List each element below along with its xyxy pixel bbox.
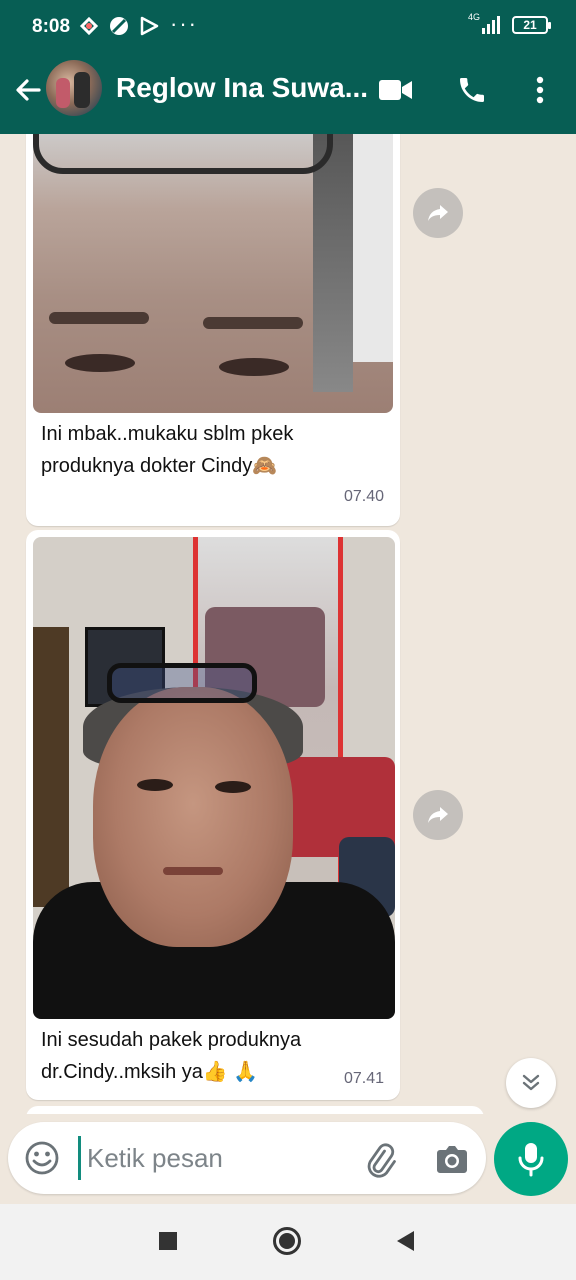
- photo-glasses: [107, 663, 257, 703]
- photo-eye: [219, 358, 289, 376]
- back-button[interactable]: [8, 70, 48, 110]
- video-call-icon: [379, 80, 412, 100]
- contact-avatar[interactable]: [46, 60, 102, 116]
- battery-icon: 21: [512, 16, 551, 34]
- signal-icon: 4G: [468, 12, 502, 36]
- circle-icon: [273, 1227, 301, 1255]
- camera-icon: [437, 1146, 467, 1173]
- back-arrow-icon: [16, 79, 41, 101]
- photo-eye: [215, 781, 251, 793]
- forward-icon: [428, 205, 448, 221]
- message-input[interactable]: [78, 1136, 348, 1180]
- app-notification-icon: [78, 15, 100, 37]
- scroll-to-bottom-button[interactable]: [506, 1058, 556, 1108]
- voice-message-button[interactable]: [494, 1122, 568, 1196]
- chat-area[interactable]: Ini mbak..mukaku sblm pkek produknya dok…: [0, 134, 576, 1114]
- image-message[interactable]: Ini sesudah pakek produknya dr.Cindy..mk…: [26, 530, 400, 1100]
- message-caption: Ini sesudah pakek produknya dr.Cindy..mk…: [41, 1024, 361, 1088]
- photo-door: [33, 627, 69, 907]
- photo-background: [353, 134, 393, 362]
- photo-brow: [203, 317, 303, 329]
- photo-eye: [137, 779, 173, 791]
- paperclip-icon: [367, 1143, 396, 1178]
- status-notification-icons: [78, 15, 160, 37]
- emoji-icon: [25, 1141, 59, 1175]
- emoji-button[interactable]: [24, 1140, 60, 1176]
- contact-name[interactable]: Reglow Ina Suwa...: [116, 72, 368, 104]
- network-type: 4G: [468, 12, 481, 22]
- caption-line: dr.Cindy..mksih ya👍 🙏: [41, 1061, 259, 1083]
- message-photo[interactable]: [33, 134, 393, 413]
- message-caption: Ini mbak..mukaku sblm pkek produknya dok…: [41, 418, 361, 482]
- forward-button[interactable]: [413, 790, 463, 840]
- photo-glasses: [33, 134, 333, 174]
- double-chevron-down-icon: [522, 1074, 540, 1091]
- photo-face: [93, 687, 293, 947]
- caption-line: produknya dokter Cindy🙈: [41, 455, 278, 477]
- phone-icon: [460, 78, 484, 102]
- voice-call-button[interactable]: [452, 70, 492, 110]
- video-call-button[interactable]: [376, 70, 416, 110]
- forward-button[interactable]: [413, 188, 463, 238]
- status-system-icons: 4G 21: [468, 12, 551, 36]
- caption-line: Ini mbak..mukaku sblm pkek: [41, 423, 294, 445]
- photo-hair: [313, 134, 353, 392]
- more-vert-icon: [536, 76, 544, 104]
- camera-button[interactable]: [432, 1140, 472, 1180]
- chat-header: Reglow Ina Suwa...: [0, 54, 576, 134]
- more-notifications-icon: ···: [170, 11, 198, 36]
- message-time: 07.41: [343, 1070, 384, 1087]
- attach-button[interactable]: [360, 1140, 400, 1180]
- home-button[interactable]: [272, 1226, 302, 1256]
- system-nav-bar: [0, 1204, 576, 1280]
- battery-level: 21: [523, 18, 537, 32]
- back-nav-button[interactable]: [390, 1226, 420, 1256]
- image-message[interactable]: Ini mbak..mukaku sblm pkek produknya dok…: [26, 134, 400, 526]
- triangle-back-icon: [397, 1231, 414, 1251]
- more-options-button[interactable]: [520, 70, 560, 110]
- status-time: 8:08: [32, 16, 71, 37]
- square-icon: [159, 1232, 177, 1250]
- photo-eye: [65, 354, 135, 372]
- microphone-icon: [518, 1143, 544, 1177]
- caption-line: Ini sesudah pakek produknya: [41, 1029, 302, 1051]
- status-bar: 8:08 ··· 4G 21: [0, 0, 576, 54]
- message-composer: [8, 1122, 486, 1194]
- message-photo[interactable]: [33, 537, 395, 1019]
- message-time: 07.40: [343, 488, 384, 505]
- no-entry-icon: [108, 15, 130, 37]
- play-store-icon: [138, 15, 160, 37]
- photo-brow: [49, 312, 149, 324]
- photo-mouth: [163, 867, 223, 875]
- forward-icon: [428, 807, 448, 823]
- recents-button[interactable]: [153, 1226, 183, 1256]
- next-message-preview[interactable]: [26, 1106, 484, 1114]
